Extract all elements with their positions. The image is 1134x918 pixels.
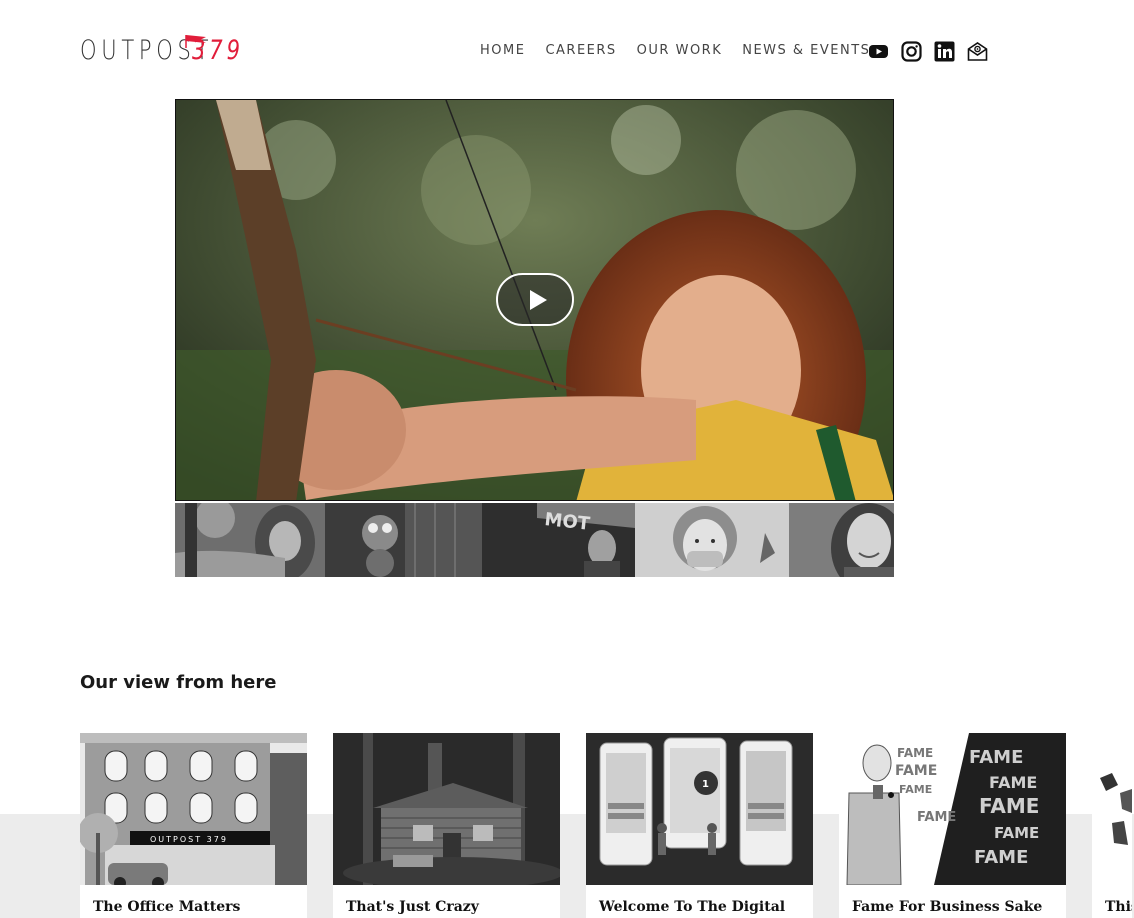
svg-text:FAME: FAME (897, 746, 933, 760)
logo[interactable]: OUTPOST 379 (80, 35, 259, 66)
card-image (1092, 733, 1132, 885)
play-button[interactable] (496, 273, 574, 326)
svg-text:FAME: FAME (989, 773, 1037, 792)
article-card[interactable]: 1 Welcome To The Digital (586, 733, 813, 918)
svg-text:OUTPOST 379: OUTPOST 379 (150, 835, 228, 844)
thumbnail-archery-girl[interactable] (175, 503, 325, 577)
svg-text:FAME: FAME (969, 747, 1023, 768)
svg-text:FAME: FAME (917, 810, 956, 825)
article-card[interactable]: This (1092, 733, 1132, 918)
card-image (333, 733, 560, 885)
svg-text:FAME: FAME (899, 783, 932, 796)
nav-our-work[interactable]: OUR WORK (637, 43, 723, 59)
svg-text:FAME: FAME (974, 847, 1028, 868)
thumbnail-smiling-woman[interactable] (789, 503, 894, 577)
article-card[interactable]: FAME FAME FAME FAME FAME FAME FAME FAME … (839, 733, 1066, 918)
card-image: FAME FAME FAME FAME FAME FAME FAME FAME … (839, 733, 1066, 885)
flag-icon (185, 35, 206, 48)
video-thumbnails: MOT (175, 503, 894, 577)
nav-careers[interactable]: CAREERS (545, 43, 616, 59)
video-player[interactable] (175, 99, 894, 501)
play-icon (530, 290, 547, 310)
card-image: OUTPOST 379 (80, 733, 307, 885)
section-title: Our view from here (80, 672, 277, 693)
article-card[interactable]: That's Just Crazy (333, 733, 560, 918)
card-title: The Office Matters (93, 899, 241, 915)
card-title: That's Just Crazy (346, 899, 479, 915)
nav-home[interactable]: HOME (480, 43, 525, 59)
instagram-icon[interactable] (901, 41, 922, 62)
card-image: 1 (586, 733, 813, 885)
svg-text:FAME: FAME (994, 824, 1039, 842)
svg-text:1: 1 (702, 779, 709, 790)
card-title: This (1105, 899, 1132, 915)
thumbnail-masked-child[interactable] (635, 503, 789, 577)
main-nav: HOME CAREERS OUR WORK NEWS & EVENTS (480, 43, 870, 59)
newsletter-icon[interactable] (967, 41, 988, 62)
logo-word: OUTPOST (80, 35, 214, 66)
card-title: Welcome To The Digital (599, 899, 786, 915)
youtube-icon[interactable] (868, 41, 889, 62)
article-card[interactable]: OUTPOST 379 The Office Matters (80, 733, 307, 918)
svg-text:FAME: FAME (895, 763, 937, 779)
svg-text:FAME: FAME (979, 794, 1039, 818)
linkedin-icon[interactable] (934, 41, 955, 62)
thumbnail-motel-man[interactable]: MOT (482, 503, 635, 577)
nav-news-events[interactable]: NEWS & EVENTS (742, 43, 870, 59)
thumbnail-cartoon-character[interactable] (325, 503, 482, 577)
card-title: Fame For Business Sake (852, 899, 1043, 915)
social-links (868, 41, 988, 62)
